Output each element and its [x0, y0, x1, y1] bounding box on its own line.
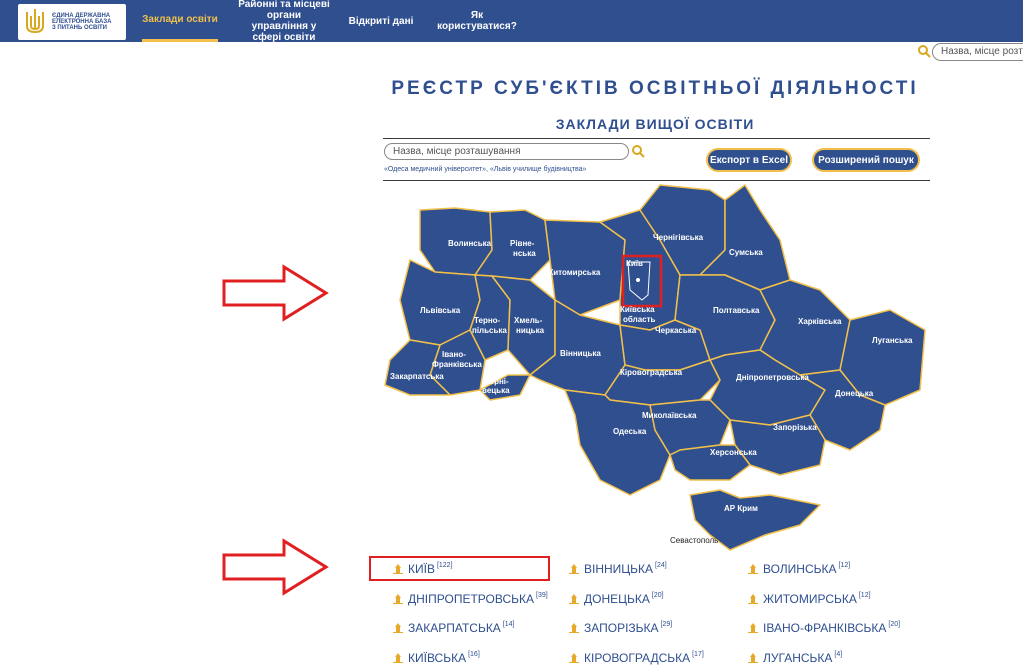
map-label-zakarpatska: Закарпатська — [390, 372, 444, 381]
map-label-mykolaivska: Миколаївська — [642, 411, 697, 420]
advanced-search-button[interactable]: Розширений пошук — [812, 148, 920, 172]
region-link-kyivska[interactable]: КИЇВСЬКА [16] — [392, 651, 480, 665]
region-link-luhanska[interactable]: ЛУГАНСЬКА [4] — [747, 651, 842, 665]
export-excel-button[interactable]: Експорт в Excel — [706, 148, 792, 172]
map-label-volynska: Волинська — [448, 239, 492, 248]
search-examples: «Одеса медичний університет», «Львів учи… — [384, 166, 587, 173]
map-label-luhanska: Луганська — [872, 336, 913, 345]
map-label-kirovohradska: Кіровоградська — [620, 368, 683, 377]
university-icon — [569, 623, 579, 633]
map-label-khersonska: Херсонська — [710, 448, 757, 457]
university-icon — [569, 594, 579, 604]
page-subtitle: ЗАКЛАДИ ВИЩОЇ ОСВІТИ — [555, 116, 755, 132]
map-label-rivne-2: нська — [513, 249, 536, 258]
map-label-cherni-1: Черні- — [484, 377, 509, 386]
trident-icon — [26, 9, 44, 34]
region-link-zakarpatska[interactable]: ЗАКАРПАТСЬКА [14] — [392, 621, 515, 635]
map-label-sumska: Сумська — [729, 248, 763, 257]
logo-text: Єдина державна електронна база з питань … — [52, 13, 112, 31]
university-icon — [748, 594, 758, 604]
map-label-chernihivska: Чернігівська — [653, 233, 704, 242]
university-icon — [748, 623, 758, 633]
map-label-sevastopol: Севастополь — [670, 536, 718, 545]
map-label-terno-2: пільська — [472, 326, 507, 335]
map-label-cherni-2: вецька — [482, 386, 510, 395]
map-label-dnipropetrovska: Дніпропетровська — [736, 373, 809, 382]
map-label-kharkivska: Харківська — [798, 317, 842, 326]
map-label-terno-1: Терно- — [474, 316, 501, 325]
nav-yak-korystuvatysia[interactable]: Як користуватися? — [430, 0, 524, 42]
university-icon — [569, 653, 579, 663]
region-link-kyiv[interactable]: КИЇВ [122] — [392, 562, 453, 576]
region-link-volynska[interactable]: ВОЛИНСЬКА [12] — [747, 562, 850, 576]
region-link-dnipropetrovska[interactable]: ДНІПРОПЕТРОВСЬКА [39] — [392, 592, 548, 606]
university-icon — [569, 564, 579, 574]
search-input[interactable]: Назва, місце розташування — [384, 143, 629, 160]
nav-zaklady-osvity[interactable]: Заклади освіти — [142, 0, 218, 42]
university-icon — [748, 564, 758, 574]
map-label-lvivska: Львівська — [420, 306, 461, 315]
map-label-donetska: Донецька — [835, 389, 874, 398]
region-link-ivano-frankivska[interactable]: ІВАНО-ФРАНКІВСЬКА [20] — [747, 621, 900, 635]
top-navbar: Єдина державна електронна база з питань … — [0, 0, 1023, 43]
university-icon — [393, 594, 403, 604]
map-label-rivne-1: Рівне- — [510, 239, 535, 248]
map-label-cherkaska: Черкаська — [655, 326, 697, 335]
nav-rayonni-organy[interactable]: Районні та місцеві органи управління у с… — [238, 0, 330, 43]
map-label-vinnytska: Вінницька — [560, 349, 601, 358]
ukraine-map: Волинська Рівне- нська Житомирська Черні… — [384, 184, 926, 551]
map-label-kyiv: Київ — [626, 259, 643, 268]
map-label-poltavska: Полтавська — [713, 306, 760, 315]
map-label-kyivska-1: Київська — [620, 305, 655, 314]
search-icon[interactable] — [918, 45, 931, 58]
university-icon — [393, 564, 403, 574]
map-label-odeska: Одеська — [613, 427, 647, 436]
annotation-arrow-icon — [222, 538, 329, 596]
divider — [383, 138, 930, 139]
nav-vidkryti-dani[interactable]: Відкриті дані — [346, 0, 416, 42]
region-link-zhytomyrska[interactable]: ЖИТОМИРСЬКА [12] — [747, 592, 871, 606]
map-label-khmel-2: ницька — [516, 326, 545, 335]
top-search-input[interactable]: Назва, місце розт — [932, 43, 1023, 61]
map-label-crimea: АР Крим — [724, 504, 758, 513]
map-label-ivano-2: Франківська — [432, 360, 482, 369]
page-title: РЕЄСТР СУБ'ЄКТІВ ОСВІТНЬОЇ ДІЯЛЬНОСТІ — [391, 78, 919, 99]
map-label-khmel-1: Хмель- — [514, 316, 543, 325]
map-label-ivano-1: Івано- — [442, 350, 466, 359]
map-label-kyivska-2: область — [623, 315, 656, 324]
region-link-donetska[interactable]: ДОНЕЦЬКА [20] — [568, 592, 664, 606]
university-icon — [748, 653, 758, 663]
map-label-zhytomyrska: Житомирська — [545, 268, 601, 277]
region-link-vinnytska[interactable]: ВІННИЦЬКА [24] — [568, 562, 667, 576]
site-logo[interactable]: Єдина державна електронна база з питань … — [18, 4, 126, 40]
region-link-zaporizka[interactable]: ЗАПОРІЗЬКА [29] — [568, 621, 672, 635]
search-icon[interactable] — [632, 145, 645, 158]
region-link-kirovohradska[interactable]: КІРОВОГРАДСЬКА [17] — [568, 651, 704, 665]
university-icon — [393, 623, 403, 633]
university-icon — [393, 653, 403, 663]
annotation-arrow-icon — [222, 264, 329, 322]
map-label-zaporizka: Запорізька — [773, 423, 817, 432]
